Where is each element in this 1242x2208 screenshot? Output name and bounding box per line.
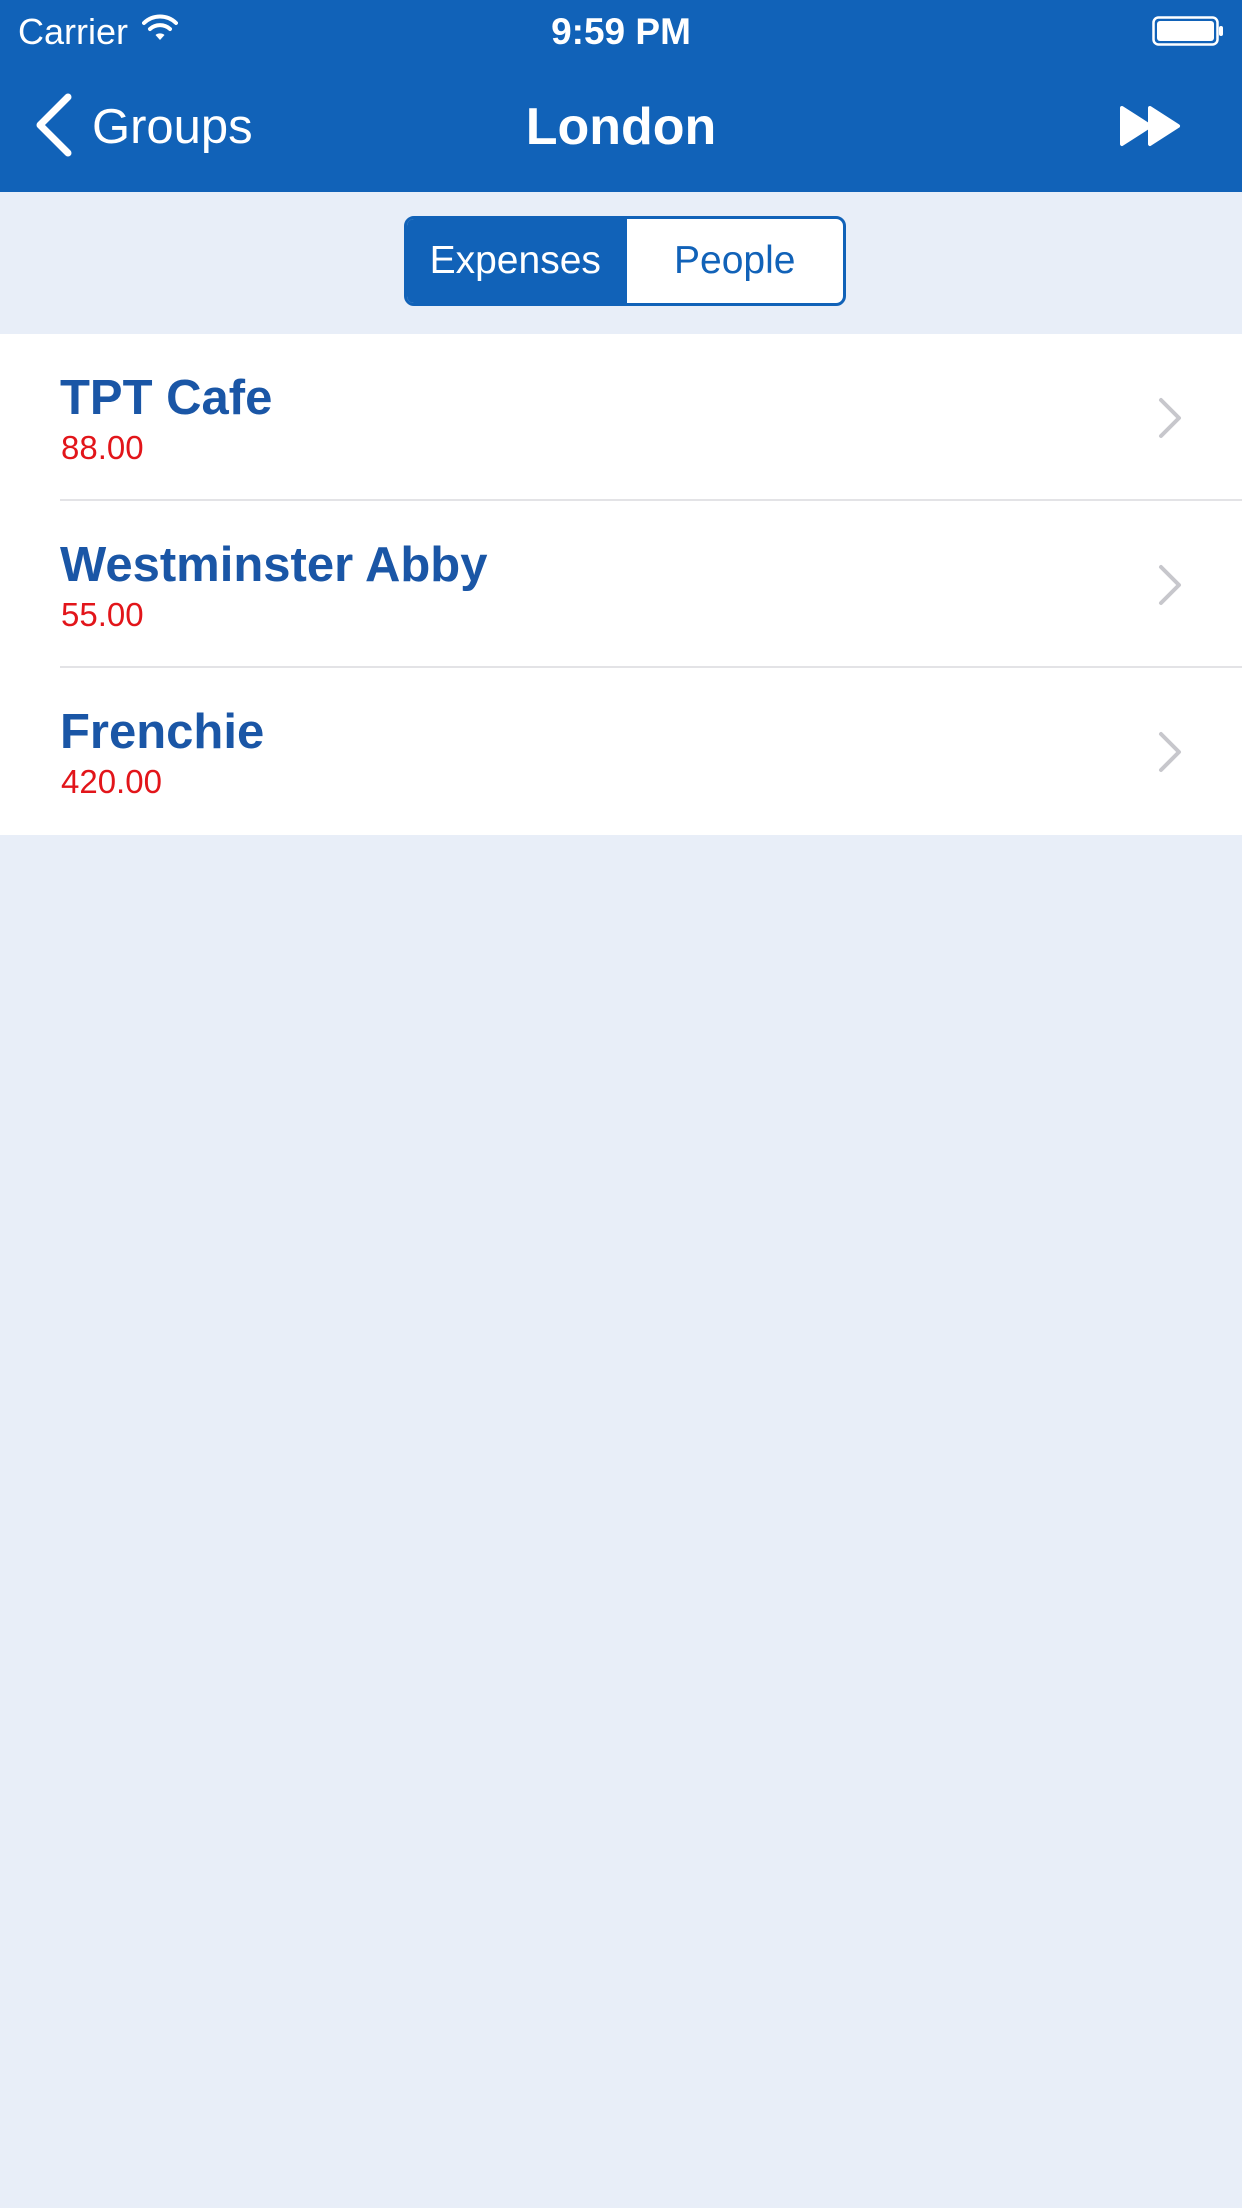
navigation-bar: Carrier 9:59 PM Groups London [0,0,1242,192]
list-item[interactable]: Westminster Abby 55.00 [0,501,1242,668]
chevron-right-icon [1156,730,1184,779]
segmented-control: Expenses People [404,216,846,306]
battery-icon [1152,16,1224,51]
expense-name: TPT Cafe [60,371,273,425]
expense-amount: 88.00 [61,429,144,466]
list-item[interactable]: TPT Cafe 88.00 [0,334,1242,501]
segment-bar: Expenses People [0,192,1242,334]
fast-forward-button[interactable] [1120,98,1184,154]
expense-name: Westminster Abby [60,538,488,592]
expense-amount: 420.00 [61,763,162,800]
chevron-right-icon [1156,563,1184,612]
expense-amount: 55.00 [61,596,144,633]
expense-list: TPT Cafe 88.00 Westminster Abby 55.00 Fr… [0,334,1242,835]
status-time: 9:59 PM [551,11,691,52]
chevron-right-icon [1156,396,1184,445]
page-title: London [525,98,717,156]
segment-expenses[interactable]: Expenses [407,219,624,303]
fast-forward-icon [1120,106,1184,158]
list-item[interactable]: Frenchie 420.00 [0,668,1242,835]
expense-name: Frenchie [60,705,265,759]
segment-people[interactable]: People [623,219,844,303]
